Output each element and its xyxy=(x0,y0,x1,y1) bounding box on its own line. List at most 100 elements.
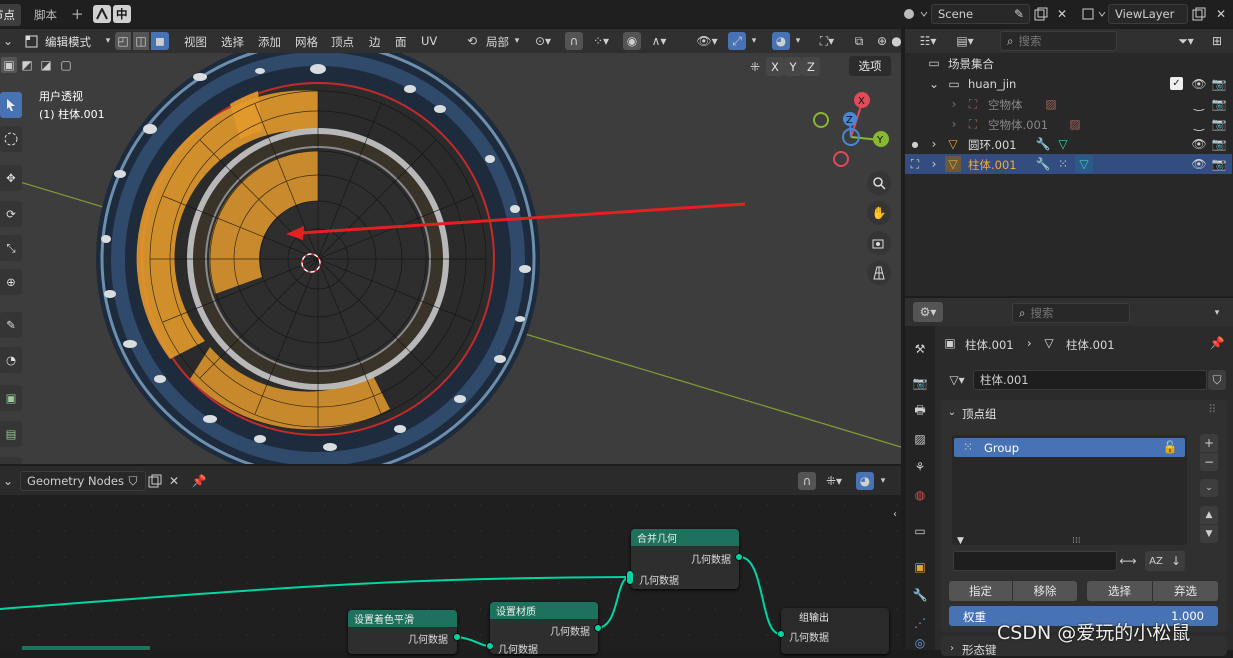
falloff-icon[interactable]: ∧▾ xyxy=(645,32,673,50)
select-extend-icon[interactable]: ◩ xyxy=(19,57,35,73)
view-layer-tab-icon[interactable]: ▨ xyxy=(909,428,931,450)
tab-nodes[interactable]: 节点 xyxy=(0,4,21,26)
panel-collapse-icon[interactable]: ⌄ xyxy=(945,404,959,420)
new-collection-icon[interactable]: ⊞ xyxy=(1208,32,1226,50)
menu-add[interactable]: 添加 xyxy=(258,34,281,50)
vertex-groups-title[interactable]: 顶点组 xyxy=(962,406,997,422)
delete-viewlayer-icon[interactable]: ✕ xyxy=(1212,5,1230,23)
deselect-button[interactable]: 弃选 xyxy=(1153,581,1218,601)
node-set-shade-smooth[interactable]: 设置着色平滑 几何数据 xyxy=(348,610,457,654)
vertex-group-item[interactable]: ⁙ Group 🔓 xyxy=(954,438,1185,457)
viewlayer-field[interactable]: ViewLayer xyxy=(1108,4,1188,24)
options-dropdown[interactable]: 选项 xyxy=(849,56,891,76)
object-tab-icon[interactable]: ▣ xyxy=(909,556,931,578)
outliner-type-icon[interactable]: ☷▾ xyxy=(913,32,943,50)
measure-tool-button[interactable]: ◔ xyxy=(0,347,22,373)
mirror-icon[interactable]: ⁜ xyxy=(746,58,764,76)
solid-shading-icon[interactable]: ● xyxy=(892,32,901,50)
socket-material-in[interactable] xyxy=(486,642,494,650)
socket-join-out[interactable] xyxy=(735,553,743,561)
visibility-icon[interactable]: 👁▾ xyxy=(693,32,721,50)
select-tool-button[interactable] xyxy=(0,92,22,118)
mirror-x-button[interactable]: X xyxy=(766,57,784,76)
socket-smooth-out[interactable] xyxy=(453,633,461,641)
assign-button[interactable]: 指定 xyxy=(949,581,1012,601)
physics-tab-icon[interactable]: ◎ xyxy=(909,636,931,650)
add-workspace-button[interactable]: + xyxy=(71,5,84,23)
hidden-eye-icon[interactable]: ‿ xyxy=(1191,96,1207,112)
select-intersect-icon[interactable]: ▢ xyxy=(58,57,74,73)
world-tab-icon[interactable]: ◍ xyxy=(909,484,931,506)
render-icon[interactable]: 📷 xyxy=(1211,136,1227,152)
mirror-y-button[interactable]: Y xyxy=(784,57,802,76)
move-tool-button[interactable]: ✥ xyxy=(0,165,22,191)
pivot-chevron-icon[interactable]: ▾ xyxy=(512,33,522,49)
pan-hand-icon[interactable]: ✋ xyxy=(867,201,891,225)
render-tab-icon[interactable]: 📷 xyxy=(909,372,931,394)
editor-type-icon[interactable]: ⌄ xyxy=(0,32,16,50)
remove-button[interactable]: 移除 xyxy=(1013,581,1077,601)
menu-view[interactable]: 视图 xyxy=(184,34,207,50)
language-icon[interactable] xyxy=(93,5,111,23)
cursor-tool-button[interactable] xyxy=(0,126,22,152)
node-set-material[interactable]: 设置材质 几何数据 几何数据 xyxy=(490,602,598,656)
list-resize-handle[interactable]: ⁞⁞⁞ xyxy=(1072,536,1081,546)
navigation-gizmo[interactable]: X Z Y xyxy=(810,89,890,169)
hidden-eye-icon[interactable]: ‿ xyxy=(1191,116,1207,132)
socket-material-out[interactable] xyxy=(594,624,602,632)
scene-tab-icon[interactable]: ⚘ xyxy=(909,456,931,478)
vertex-group-filter-input[interactable] xyxy=(953,551,1117,571)
specials-menu-icon[interactable]: ⌄ xyxy=(1200,479,1218,497)
viewport-3d[interactable]: 用户透视 (1) 柱体.001 ⁜ X Y Z 选项 X Z Y ✋ ✥ ⟳ ⤡… xyxy=(0,29,901,464)
panel-drag-handle[interactable]: ⠿ xyxy=(1208,402,1216,416)
invert-filter-icon[interactable]: ⟷ xyxy=(1117,551,1139,571)
select-subtract-icon[interactable]: ◪ xyxy=(38,57,54,73)
menu-select[interactable]: 选择 xyxy=(221,34,244,50)
eye-icon[interactable]: 👁 xyxy=(1191,136,1207,152)
tab-scripting[interactable]: 脚本 xyxy=(34,7,57,23)
eye-icon[interactable]: 👁 xyxy=(1191,156,1207,172)
transform-tool-button[interactable]: ⊕ xyxy=(0,269,22,295)
checkbox-icon[interactable]: ✓ xyxy=(1170,77,1183,90)
camera-icon[interactable] xyxy=(867,231,891,255)
tool-tab-icon[interactable]: ⚒ xyxy=(909,338,931,360)
inset-tool-button[interactable]: ▤ xyxy=(0,421,22,447)
rotate-tool-button[interactable]: ⟳ xyxy=(0,201,22,227)
outliner-row-huan-jin[interactable]: ⌄ ▭ huan_jin ✓ 👁 📷 xyxy=(905,74,1232,94)
add-vertex-group-icon[interactable]: + xyxy=(1200,434,1218,452)
render-icon[interactable]: 📷 xyxy=(1211,96,1227,112)
select-button[interactable]: 选择 xyxy=(1087,581,1152,601)
modifier-tab-icon[interactable]: 🔧 xyxy=(909,584,931,606)
extrude-tool-button[interactable]: ▣ xyxy=(0,385,22,411)
fake-user-shield-icon[interactable]: ⛉ xyxy=(1208,370,1226,390)
snap-target-icon[interactable]: ⁘▾ xyxy=(587,32,615,50)
expand-icon[interactable]: › xyxy=(928,136,940,152)
new-viewlayer-icon[interactable] xyxy=(1190,5,1208,23)
bevel-tool-button[interactable]: ▥ xyxy=(0,457,22,464)
outliner-row-empty[interactable]: › ⛶ 空物体 ▨ ‿ 📷 xyxy=(905,94,1232,114)
mirror-z-button[interactable]: Z xyxy=(802,57,820,76)
socket-output-in[interactable] xyxy=(777,630,785,638)
language-toggle[interactable]: 中 xyxy=(113,5,131,23)
outliner-row-torus[interactable]: ● › ▽ 圆环.001 🔧 ▽ 👁 📷 xyxy=(905,134,1232,154)
display-mode-icon[interactable]: ▤▾ xyxy=(950,32,980,50)
eye-icon[interactable]: 👁 xyxy=(1191,76,1207,92)
pivot-dropdown[interactable]: 局部 xyxy=(486,34,509,50)
collection-tab-icon[interactable]: ▭ xyxy=(909,520,931,542)
outliner-row-cylinder[interactable]: ⛶ › ▽ 柱体.001 🔧 ⁙ ▽ 👁 📷 xyxy=(905,154,1232,174)
render-icon[interactable]: 📷 xyxy=(1211,76,1227,92)
outliner-row-scene-collection[interactable]: ▭ 场景集合 xyxy=(905,53,1232,73)
mesh-overlay-icon[interactable]: ⛶▾ xyxy=(813,32,841,50)
properties-options-icon[interactable]: ▾ xyxy=(1208,304,1226,322)
menu-mesh[interactable]: 网格 xyxy=(295,34,318,50)
edge-select-icon[interactable]: ◫ xyxy=(133,32,149,50)
socket-join-in[interactable] xyxy=(626,570,634,585)
node-join-geometry[interactable]: 合并几何 几何数据 几何数据 xyxy=(631,529,739,589)
shape-keys-expand-icon[interactable]: › xyxy=(945,640,959,656)
face-select-icon[interactable]: ◼ xyxy=(151,32,169,50)
menu-edge[interactable]: 边 xyxy=(369,34,381,50)
node-group-output[interactable]: 组输出 几何数据 xyxy=(781,608,889,654)
outliner-search[interactable]: ⌕ 搜索 xyxy=(1000,31,1117,51)
sort-alpha-icon[interactable]: AZ xyxy=(1145,551,1167,571)
expand-icon[interactable]: › xyxy=(948,116,960,132)
